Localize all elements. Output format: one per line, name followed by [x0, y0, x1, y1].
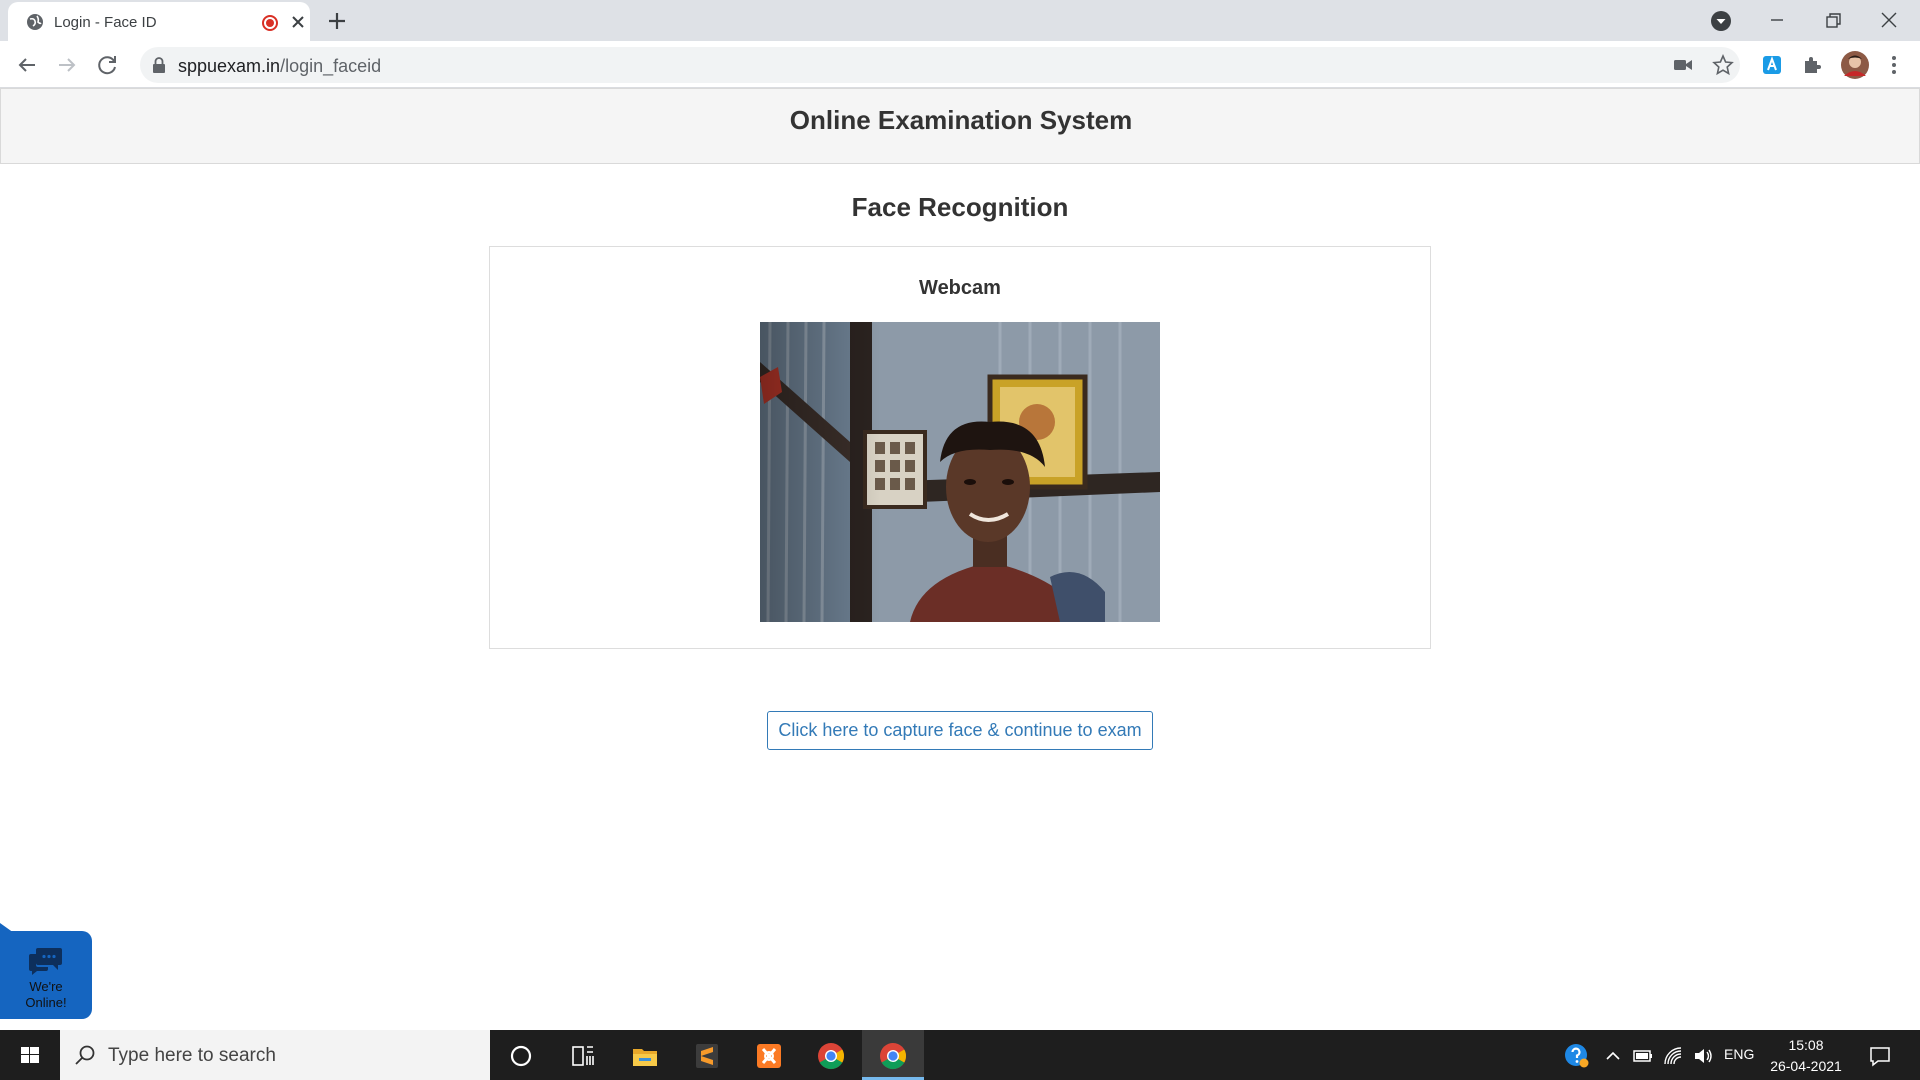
taskbar-search-box[interactable]: Type here to search — [60, 1030, 490, 1080]
taskbar-clock[interactable]: 15:08 26-04-2021 — [1766, 1035, 1846, 1077]
chrome-app-button[interactable] — [800, 1030, 862, 1080]
webcam-video-feed — [760, 322, 1160, 622]
windows-taskbar: Type here to search ENG 15:08 26-04-2021 — [0, 1030, 1920, 1080]
live-chat-widget[interactable]: We're Online! — [0, 931, 92, 1019]
url-text[interactable]: sppuexam.in/login_faceid — [178, 56, 381, 77]
task-view-button[interactable] — [552, 1030, 614, 1080]
url-domain: sppuexam.in — [178, 56, 281, 76]
help-question-icon[interactable] — [1564, 1043, 1590, 1069]
site-header: Online Examination System — [0, 88, 1920, 164]
site-title: Online Examination System — [789, 105, 1133, 135]
sublime-text-button[interactable] — [676, 1030, 738, 1080]
volume-icon[interactable] — [1692, 1045, 1714, 1067]
network-wifi-icon[interactable] — [1662, 1045, 1684, 1067]
capture-face-button[interactable]: Click here to capture face & continue to… — [767, 711, 1153, 750]
file-explorer-button[interactable] — [614, 1030, 676, 1080]
chrome-icon — [880, 1043, 907, 1070]
back-icon[interactable] — [13, 51, 41, 79]
cortana-icon — [510, 1045, 532, 1067]
profile-avatar[interactable] — [1840, 50, 1870, 80]
lock-icon[interactable] — [152, 57, 166, 73]
reload-icon[interactable] — [94, 51, 122, 79]
start-button[interactable] — [0, 1030, 60, 1080]
tab-search-icon[interactable] — [1710, 10, 1732, 32]
clock-date: 26-04-2021 — [1770, 1058, 1842, 1074]
minimize-icon[interactable] — [1762, 6, 1792, 34]
forward-icon[interactable] — [53, 51, 81, 79]
chrome-icon — [818, 1043, 845, 1070]
task-view-icon — [572, 1046, 594, 1066]
xampp-icon — [757, 1044, 781, 1068]
file-explorer-icon — [633, 1049, 657, 1066]
close-tab-icon[interactable] — [288, 12, 308, 32]
extension-icon[interactable] — [1760, 53, 1784, 77]
close-window-icon[interactable] — [1874, 6, 1904, 34]
chat-status-line2: Online! — [25, 995, 67, 1010]
camera-in-use-icon[interactable] — [1672, 54, 1694, 76]
extensions-puzzle-icon[interactable] — [1800, 53, 1824, 77]
chrome-menu-icon[interactable] — [1882, 53, 1906, 77]
action-center-icon[interactable] — [1868, 1044, 1892, 1068]
sublime-text-icon — [696, 1044, 718, 1068]
page-title: Face Recognition — [851, 192, 1069, 222]
battery-icon[interactable] — [1632, 1045, 1654, 1067]
tab-title: Login - Face ID — [54, 14, 157, 31]
webcam-title: Webcam — [919, 277, 1001, 299]
input-language[interactable]: ENG — [1724, 1046, 1754, 1062]
globe-icon — [27, 14, 43, 30]
chat-bubbles-icon — [29, 948, 62, 975]
xampp-button[interactable] — [738, 1030, 800, 1080]
bookmark-star-icon[interactable] — [1712, 54, 1734, 76]
address-bar[interactable]: sppuexam.in/login_faceid — [140, 47, 1740, 83]
url-path: /login_faceid — [280, 56, 382, 76]
chrome-active-app-button[interactable] — [862, 1030, 924, 1080]
restore-icon[interactable] — [1818, 6, 1848, 34]
search-icon — [75, 1045, 95, 1065]
clock-time: 15:08 — [1788, 1037, 1824, 1053]
windows-logo-icon — [21, 1047, 39, 1063]
webcam-panel: Webcam — [489, 246, 1431, 649]
browser-tab[interactable]: Login - Face ID — [8, 2, 310, 41]
new-tab-icon[interactable] — [325, 9, 349, 33]
chat-status-text: We're Online! — [0, 979, 92, 1011]
recording-indicator-icon — [262, 15, 278, 31]
show-hidden-icons-chevron-icon[interactable] — [1602, 1045, 1624, 1067]
chat-status-line1: We're — [29, 979, 63, 994]
cortana-button[interactable] — [490, 1030, 552, 1080]
search-placeholder: Type here to search — [108, 1045, 276, 1066]
browser-tab-strip: Login - Face ID — [0, 0, 1920, 41]
browser-toolbar: sppuexam.in/login_faceid — [0, 41, 1920, 88]
